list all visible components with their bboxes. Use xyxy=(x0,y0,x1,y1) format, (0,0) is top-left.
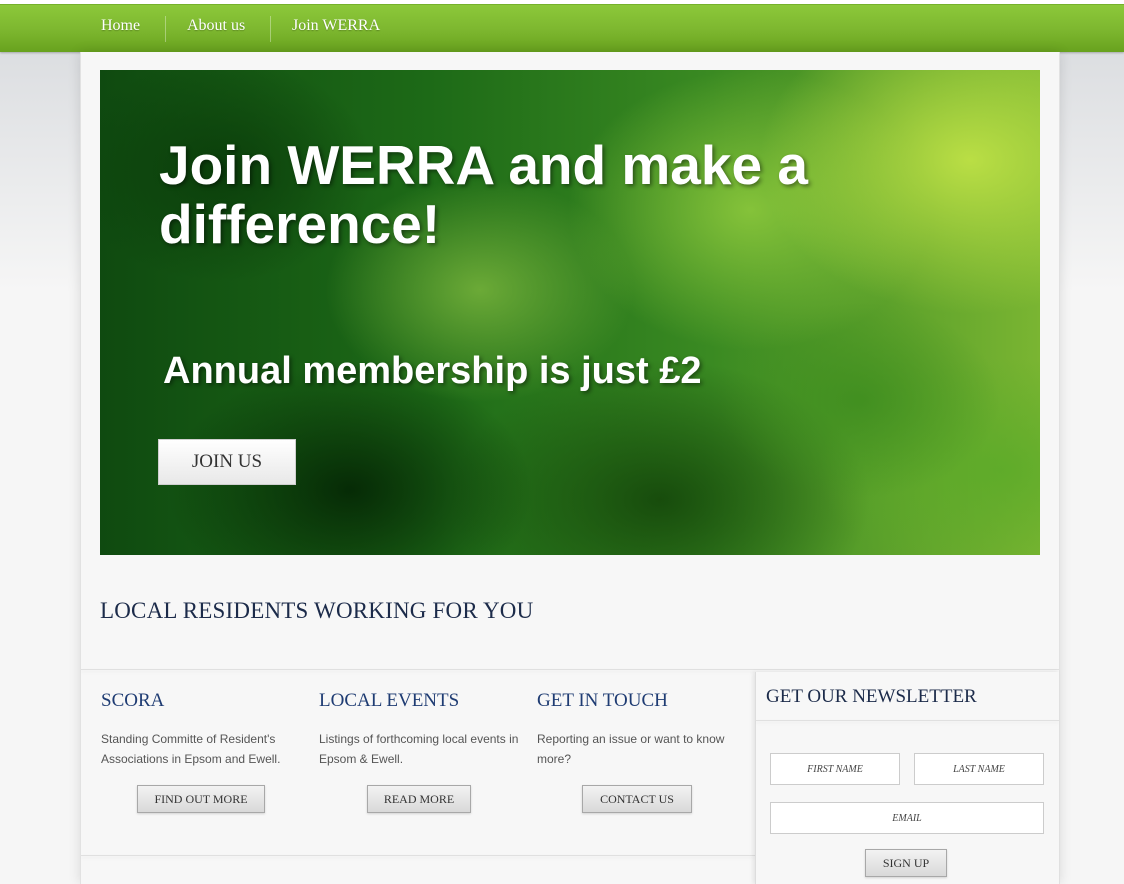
nav-item-about-us[interactable]: About us xyxy=(187,17,245,35)
nav-separator xyxy=(165,16,166,42)
hero-subtitle: Annual membership is just £2 xyxy=(163,350,702,392)
feature-description: Standing Committe of Resident's Associat… xyxy=(101,732,281,766)
feature-title: LOCAL EVENTS xyxy=(319,690,460,711)
find-out-more-button[interactable]: FIND OUT MORE xyxy=(137,785,265,813)
feature-title: GET IN TOUCH xyxy=(537,690,668,711)
section-divider xyxy=(81,669,1059,670)
feature-scora: SCORA Standing Committe of Resident's As… xyxy=(101,690,301,769)
newsletter-divider xyxy=(756,720,1059,721)
contact-us-button[interactable]: CONTACT US xyxy=(582,785,692,813)
nav-item-home[interactable]: Home xyxy=(101,17,140,35)
feature-description: Listings of forthcoming local events in … xyxy=(319,732,519,766)
join-us-button[interactable]: JOIN US xyxy=(158,439,296,485)
nav-item-join-werra[interactable]: Join WERRA xyxy=(292,17,380,35)
read-more-button[interactable]: READ MORE xyxy=(367,785,471,813)
sign-up-button[interactable]: SIGN UP xyxy=(865,849,947,877)
nav-top-line xyxy=(0,0,1124,4)
first-name-input[interactable]: FIRST NAME xyxy=(770,753,900,785)
newsletter-title: GET OUR NEWSLETTER xyxy=(766,686,977,707)
feature-local-events: LOCAL EVENTS Listings of forthcoming loc… xyxy=(319,690,519,769)
top-nav-bar: Home About us Join WERRA xyxy=(0,0,1124,52)
feature-get-in-touch: GET IN TOUCH Reporting an issue or want … xyxy=(537,690,737,769)
email-input[interactable]: EMAIL xyxy=(770,802,1044,834)
hero-title: Join WERRA and make a difference! xyxy=(159,134,808,255)
last-name-input[interactable]: LAST NAME xyxy=(914,753,1044,785)
feature-title: SCORA xyxy=(101,690,165,711)
nav-separator xyxy=(270,16,271,42)
hero-banner: Join WERRA and make a difference! Annual… xyxy=(100,70,1040,555)
section-divider xyxy=(81,855,755,856)
newsletter-panel: GET OUR NEWSLETTER FIRST NAME LAST NAME … xyxy=(755,672,1059,884)
page-tagline: LOCAL RESIDENTS WORKING FOR YOU xyxy=(100,598,534,623)
feature-description: Reporting an issue or want to know more? xyxy=(537,732,725,766)
